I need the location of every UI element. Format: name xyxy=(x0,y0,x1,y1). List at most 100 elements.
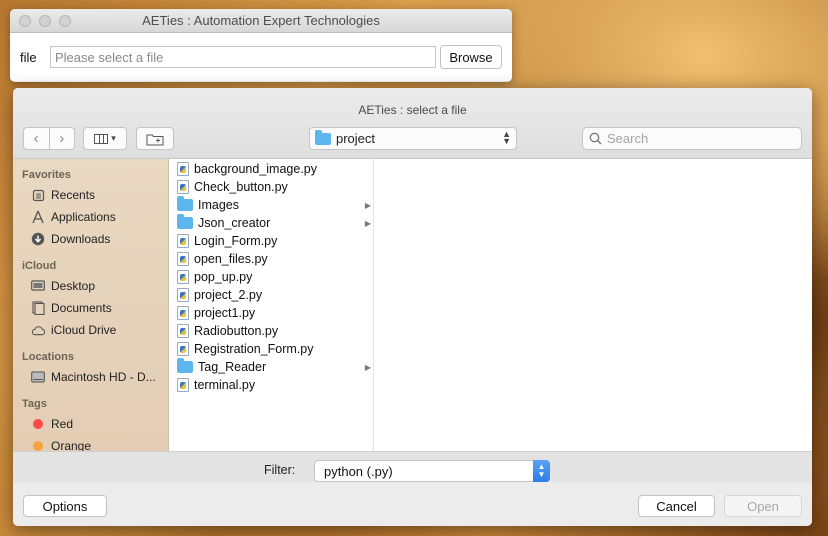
python-file-icon xyxy=(177,234,189,248)
folder-name: Images xyxy=(198,198,239,212)
folder-row-item[interactable]: Json_creator ▶ xyxy=(169,214,373,232)
folder-row-item[interactable]: Tag_Reader ▶ xyxy=(169,358,373,376)
updown-chevron-icon: ▲ ▼ xyxy=(502,129,511,146)
file-row: file Browse xyxy=(10,33,512,81)
window-title: AETies : Automation Expert Technologies xyxy=(142,13,380,28)
sidebar-heading-locations: Locations xyxy=(22,351,74,363)
options-button[interactable]: Options xyxy=(23,495,107,517)
new-folder-button[interactable] xyxy=(136,127,174,150)
main-titlebar: AETies : Automation Expert Technologies xyxy=(10,9,512,33)
file-row-item[interactable]: Registration_Form.py xyxy=(169,340,373,358)
file-name: project_2.py xyxy=(194,288,263,302)
applications-icon xyxy=(31,210,45,224)
python-file-icon xyxy=(177,288,189,302)
file-row-item[interactable]: open_files.py xyxy=(169,250,373,268)
new-folder-icon xyxy=(146,134,164,145)
search-box[interactable] xyxy=(582,127,802,150)
sidebar-item-label: Documents xyxy=(51,301,112,315)
traffic-lights xyxy=(19,15,71,27)
view-mode-button[interactable]: ▾ xyxy=(83,127,127,150)
file-row-item[interactable]: project_2.py xyxy=(169,286,373,304)
sidebar-item-tag-orange[interactable]: Orange xyxy=(13,435,168,451)
file-path-input[interactable] xyxy=(50,46,436,68)
file-row-item[interactable]: project1.py xyxy=(169,304,373,322)
downloads-icon xyxy=(31,232,45,246)
python-file-icon xyxy=(177,162,189,176)
sidebar-item-icloud-drive[interactable]: iCloud Drive xyxy=(13,319,168,341)
sidebar-item-desktop[interactable]: Desktop xyxy=(13,275,168,297)
dialog-title: AETies : select a file xyxy=(358,103,467,117)
file-label: file xyxy=(20,49,37,65)
cloud-icon xyxy=(31,323,45,337)
disclosure-arrow-icon: ▶ xyxy=(364,200,371,210)
sidebar-item-label: Orange xyxy=(51,439,92,451)
sidebar-item-label: Downloads xyxy=(51,232,111,246)
sidebar-heading-tags: Tags xyxy=(22,398,47,410)
sidebar-item-applications[interactable]: Applications xyxy=(13,206,168,228)
file-name: background_image.py xyxy=(194,162,317,176)
dialog-toolbar: AETies : select a file ‹ › ▾ project ▲ ▼ xyxy=(13,88,812,159)
file-row-item[interactable]: background_image.py xyxy=(169,160,373,178)
python-file-icon xyxy=(177,180,189,194)
open-button[interactable]: Open xyxy=(724,495,802,517)
sidebar-item-downloads[interactable]: Downloads xyxy=(13,228,168,250)
zoom-window-button[interactable] xyxy=(59,15,71,27)
search-input[interactable] xyxy=(607,131,787,146)
tag-color-dot-icon xyxy=(33,419,43,429)
file-name: open_files.py xyxy=(194,252,268,266)
file-row-item[interactable]: Login_Form.py xyxy=(169,232,373,250)
filter-select[interactable]: python (.py) ▲ ▼ xyxy=(314,460,550,482)
file-browser: Favorites Recents Applications Downloads xyxy=(13,159,812,451)
folder-name: Json_creator xyxy=(198,216,271,230)
folder-name: Tag_Reader xyxy=(198,360,267,374)
file-row-item[interactable]: pop_up.py xyxy=(169,268,373,286)
browse-button[interactable]: Browse xyxy=(440,45,502,69)
documents-icon xyxy=(31,301,45,315)
dialog-button-bar: Options Cancel Open xyxy=(13,483,812,526)
file-name: Registration_Form.py xyxy=(194,342,314,356)
file-column: background_image.py Check_button.py Imag… xyxy=(169,159,374,451)
sidebar-item-tag-red[interactable]: Red xyxy=(13,413,168,435)
file-name: Login_Form.py xyxy=(194,234,278,248)
sidebar-item-recents[interactable]: Recents xyxy=(13,184,168,206)
file-name: pop_up.py xyxy=(194,270,253,284)
file-row-item[interactable]: terminal.py xyxy=(169,376,373,394)
filter-bar: Filter: python (.py) ▲ ▼ xyxy=(13,451,812,482)
tag-color-dot-icon xyxy=(33,441,43,451)
disk-icon xyxy=(31,370,45,384)
desktop-icon xyxy=(31,279,45,293)
file-name: project1.py xyxy=(194,306,256,320)
file-name: Radiobutton.py xyxy=(194,324,279,338)
nav-back-forward: ‹ › xyxy=(23,127,75,150)
file-row-item[interactable]: Check_button.py xyxy=(169,178,373,196)
columns-view-icon xyxy=(94,133,109,144)
updown-chevron-icon: ▲ ▼ xyxy=(533,460,550,482)
file-name: terminal.py xyxy=(194,378,256,392)
sidebar: Favorites Recents Applications Downloads xyxy=(13,159,169,451)
minimize-window-button[interactable] xyxy=(39,15,51,27)
file-row-item[interactable]: Radiobutton.py xyxy=(169,322,373,340)
sidebar-heading-favorites: Favorites xyxy=(22,169,71,181)
python-file-icon xyxy=(177,324,189,338)
path-popup[interactable]: project ▲ ▼ xyxy=(309,127,517,150)
sidebar-item-label: Desktop xyxy=(51,279,96,293)
preview-column xyxy=(374,159,812,451)
python-file-icon xyxy=(177,270,189,284)
sidebar-item-label: Applications xyxy=(51,210,116,224)
sidebar-heading-icloud: iCloud xyxy=(22,260,57,272)
sidebar-item-macintosh-hd[interactable]: Macintosh HD - D... xyxy=(13,366,168,388)
disclosure-arrow-icon: ▶ xyxy=(364,218,371,228)
back-button[interactable]: ‹ xyxy=(24,128,49,149)
cancel-button[interactable]: Cancel xyxy=(638,495,715,517)
python-file-icon xyxy=(177,342,189,356)
disclosure-arrow-icon: ▶ xyxy=(364,362,371,372)
folder-icon xyxy=(177,358,193,373)
sidebar-item-documents[interactable]: Documents xyxy=(13,297,168,319)
python-file-icon xyxy=(177,306,189,320)
search-icon xyxy=(589,132,602,145)
forward-button[interactable]: › xyxy=(48,128,75,149)
sidebar-item-label: Macintosh HD - D... xyxy=(51,370,156,384)
folder-row-item[interactable]: Images ▶ xyxy=(169,196,373,214)
recents-icon xyxy=(31,188,45,202)
close-window-button[interactable] xyxy=(19,15,31,27)
